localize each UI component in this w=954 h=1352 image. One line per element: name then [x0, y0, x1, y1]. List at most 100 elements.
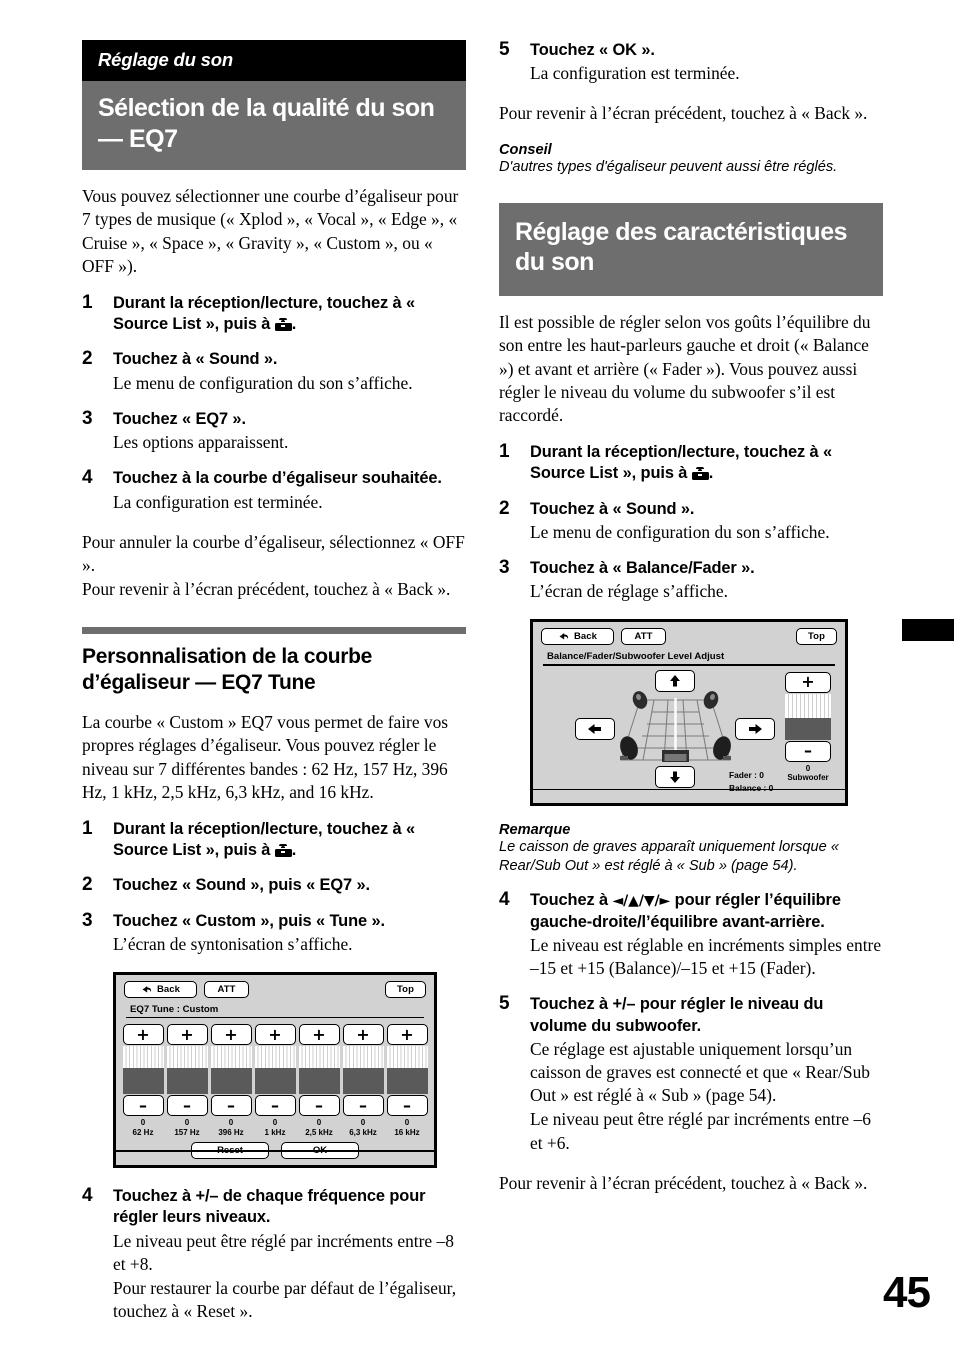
subwoofer-caption: 0 Subwoofer: [785, 764, 831, 783]
eq-slider-track[interactable]: [166, 1046, 208, 1095]
screen-footer-rule: [116, 1150, 434, 1153]
top-button[interactable]: Top: [385, 981, 426, 999]
band-frequency: 6,3 kHz: [349, 1128, 377, 1138]
att-button[interactable]: ATT: [621, 628, 666, 646]
eq-slider-track[interactable]: [386, 1046, 428, 1095]
slider-fill: [298, 1068, 340, 1095]
plus-label: +: [180, 1024, 194, 1044]
plus-label: +: [801, 672, 815, 692]
step-number: 3: [82, 909, 93, 931]
back-button-label: Back: [156, 984, 181, 996]
eq-minus-button[interactable]: –: [342, 1095, 384, 1117]
eq-slider-track[interactable]: [298, 1046, 340, 1095]
slider-fill: [386, 1068, 428, 1095]
step-subtext: L’écran de syntonisation s’affiche.: [113, 933, 353, 954]
screen-topbar: Back ATT Top: [116, 975, 434, 999]
step-heading: Durant la réception/lecture, touchez à «…: [113, 819, 466, 862]
eq-plus-button[interactable]: +: [254, 1024, 296, 1046]
att-button[interactable]: ATT: [204, 981, 249, 999]
screen-topbar: Back ATT Top: [533, 622, 845, 646]
eq-slider-track[interactable]: [210, 1046, 252, 1095]
balance-right-button[interactable]: [735, 717, 775, 740]
page-number: 45: [883, 1268, 931, 1317]
step-heading: Touchez à la courbe d’égaliseur souhaité…: [113, 469, 442, 488]
step-heading-tail: .: [291, 840, 297, 859]
tune-step-2: 2 Touchez « Sound », puis « EQ7 ».: [82, 874, 466, 896]
eq-slider-track[interactable]: [254, 1046, 296, 1095]
step-subtext: Les options apparaissent.: [113, 432, 289, 453]
fader-up-button[interactable]: [655, 669, 695, 692]
fader-readout: Fader : 0: [729, 769, 764, 780]
subwoofer-slider-track[interactable]: [785, 693, 831, 740]
step-heading: Touchez « Custom », puis « Tune ».: [113, 911, 385, 930]
eq-band: –: [298, 1095, 340, 1117]
minus-label: –: [271, 1095, 279, 1115]
subwoofer-plus-button[interactable]: +: [785, 671, 831, 693]
slider-fill: [122, 1068, 164, 1095]
back-button[interactable]: Back: [541, 628, 614, 646]
after-steps-paragraph-2: Pour revenir à l’écran précédent, touche…: [82, 578, 451, 599]
eq-plus-button[interactable]: +: [298, 1024, 340, 1046]
top-button[interactable]: Top: [796, 628, 837, 646]
slider-empty-area: [298, 1046, 340, 1069]
speaker-stage-diagram: [620, 691, 731, 762]
eq-band: +: [254, 1024, 296, 1046]
right-section-title-band: Réglage des caractéristiques du son: [499, 202, 883, 296]
top-button-label: Top: [807, 631, 825, 643]
eq-minus-button[interactable]: –: [210, 1095, 252, 1117]
intro-paragraph: Vous pouvez sélectionner une courbe d’ég…: [82, 186, 459, 277]
plus-label: +: [400, 1024, 414, 1044]
section-divider: [82, 626, 466, 634]
subsection-title: Personnalisation de la courbe d’égaliseu…: [82, 644, 373, 694]
eq-step-5: 5 Touchez « OK ». La configuration est t…: [499, 39, 883, 85]
step-subtext: Le niveau est réglable en incréments sim…: [530, 935, 882, 979]
step-subtext: L’écran de réglage s’affiche.: [530, 581, 728, 602]
eq-plus-button[interactable]: +: [122, 1024, 164, 1046]
balance-left-button[interactable]: [575, 717, 615, 740]
eq-minus-button[interactable]: –: [386, 1095, 428, 1117]
step-number: 5: [499, 993, 510, 1015]
minus-button-row: – – – – – – –: [122, 1095, 428, 1117]
slider-empty-area: [342, 1046, 384, 1069]
slider-fill: [342, 1068, 384, 1095]
eq-band: +: [342, 1024, 384, 1046]
step-heading: Touchez à « Balance/Fader ».: [530, 559, 755, 577]
eq-slider-track[interactable]: [342, 1046, 384, 1095]
eq-minus-button[interactable]: –: [298, 1095, 340, 1117]
subwoofer-value: 0: [805, 763, 811, 773]
minus-label: –: [315, 1095, 323, 1115]
step-2: 2 Touchez à « Sound ». Le menu de config…: [82, 348, 466, 394]
eq-plus-button[interactable]: +: [210, 1024, 252, 1046]
subwoofer-minus-button[interactable]: –: [785, 740, 831, 762]
step-heading: Touchez à « Sound ».: [113, 350, 278, 369]
step-subtext: La configuration est terminée.: [113, 491, 323, 512]
eq-minus-button[interactable]: –: [166, 1095, 208, 1117]
fader-down-button[interactable]: [655, 765, 695, 788]
eq7-tune-screen: Back ATT Top EQ7 Tune : Custom + + + + +: [113, 972, 437, 1169]
toolbox-icon: [274, 317, 292, 331]
top-button-label: Top: [396, 984, 414, 996]
eq-band: +: [122, 1024, 164, 1046]
bal-step-1: 1 Durant la réception/lecture, touchez à…: [499, 441, 883, 485]
tune-step-1: 1 Durant la réception/lecture, touchez à…: [82, 817, 466, 862]
band-value: 0: [228, 1118, 234, 1128]
eq-minus-button[interactable]: –: [254, 1095, 296, 1117]
eq-minus-button[interactable]: –: [122, 1095, 164, 1117]
eq-plus-button[interactable]: +: [386, 1024, 428, 1046]
eq-plus-button[interactable]: +: [166, 1024, 208, 1046]
step-number: 1: [82, 817, 93, 839]
back-button[interactable]: Back: [124, 981, 197, 999]
subwoofer-label: Subwoofer: [787, 773, 829, 783]
step-number: 4: [82, 467, 93, 489]
arrow-left-icon: [588, 723, 601, 734]
equalizer-sliders: + + + + + + + – – – – – – – 0 62 Hz 0 15…: [116, 1018, 434, 1160]
step-heading: Touchez à ◄/▲/▼/► pour régler l’équilibr…: [530, 890, 883, 933]
arrow-right-icon: [749, 723, 762, 734]
band-frequency: 62 Hz: [132, 1128, 154, 1138]
eq-band: +: [210, 1024, 252, 1046]
eq-slider-track[interactable]: [122, 1046, 164, 1095]
step-number: 1: [82, 291, 93, 313]
eq-plus-button[interactable]: +: [342, 1024, 384, 1046]
right-column: 5 Touchez « OK ». La configuration est t…: [499, 39, 883, 1195]
section-title-text: Sélection de la qualité du son — EQ7: [98, 94, 435, 153]
